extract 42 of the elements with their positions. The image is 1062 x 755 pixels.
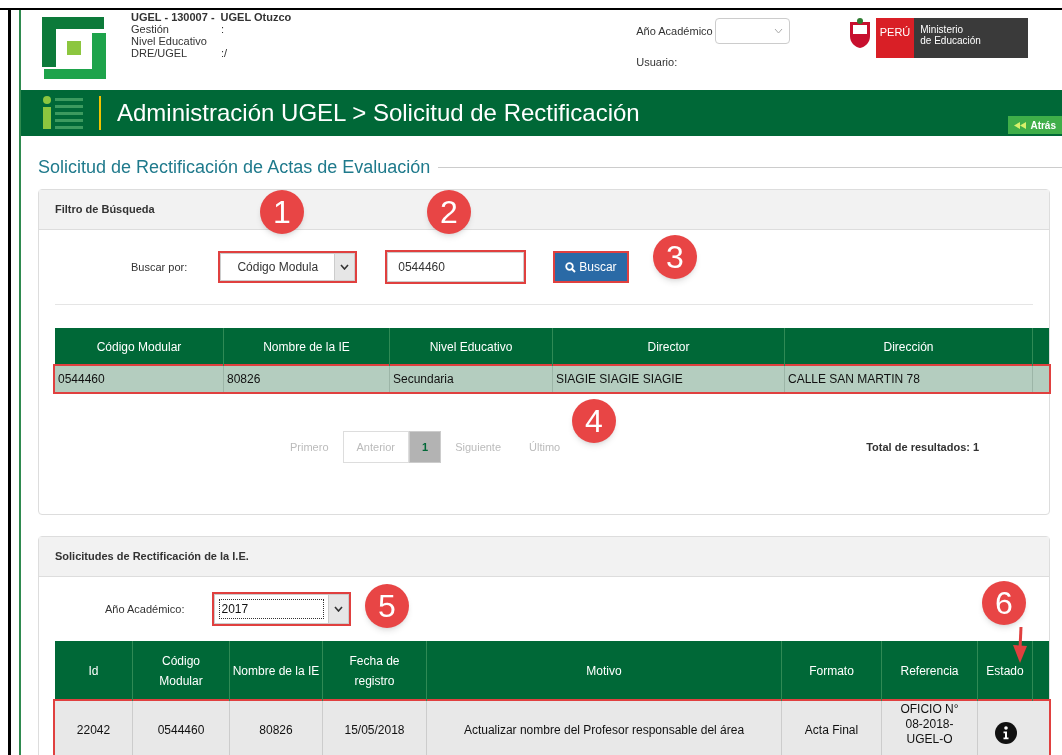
year-label: Año Académico xyxy=(636,23,713,39)
request-row[interactable]: 22042 0544460 80826 15/05/2018 Actualizar nombre del Profesor responsable del área Acta Final OFICIO N° 08-2018-UGEL-O xyxy=(55,701,1049,755)
table-cell: 22042 xyxy=(76,722,111,738)
callout-marker: 4 xyxy=(572,399,616,443)
table-cell-text: CALLE SAN MARTIN 78 xyxy=(788,371,920,388)
callout-marker: 5 xyxy=(365,584,409,628)
pagination-item[interactable]: 1 xyxy=(409,431,442,463)
table-cell: Actualizar nombre del Profesor responsable del área xyxy=(463,722,745,738)
header-value: :/ xyxy=(221,47,228,59)
header-label: Nivel Educativo xyxy=(131,35,208,47)
callout-marker: 3 xyxy=(653,235,697,279)
callout-marker: 6 xyxy=(982,581,1026,625)
table-cell-text: Secundaria xyxy=(393,371,454,388)
peru-badge: PERÚ xyxy=(875,18,915,58)
year-label: Año Académico: xyxy=(105,601,185,617)
panel-title: Solicitudes de Rectificación de la I.E. xyxy=(55,549,249,565)
ugel-name: UGEL Otuzco xyxy=(220,11,292,23)
user-label: Usuario: xyxy=(636,56,678,68)
table-cell: 15/05/2018 xyxy=(344,722,405,738)
header-value: : xyxy=(221,23,225,35)
panel-title: Filtro de Búsqueda xyxy=(55,202,155,218)
ugel-code: UGEL - 130007 - xyxy=(131,11,215,23)
search-select[interactable]: Código Modula xyxy=(220,253,356,281)
search-button[interactable]: Buscar xyxy=(555,253,627,281)
table-cell-text: 80826 xyxy=(227,371,261,388)
search-input[interactable]: 0544460 xyxy=(387,252,525,282)
section-title: Solicitud de Rectificación de Actas de Evaluación xyxy=(38,156,431,179)
table-cell: Acta Final xyxy=(804,722,859,738)
back-button[interactable]: Atrás xyxy=(1008,116,1062,134)
table-cell-text: 0544460 xyxy=(58,371,105,388)
header-label: Gestión xyxy=(131,23,170,35)
result-row[interactable]: 0544460 80826 Secundaria SIAGIE SIAGIE SIAGIE CALLE SAN MARTIN 78 xyxy=(55,366,1049,392)
total-results: Total de resultados: 1 xyxy=(866,439,980,455)
ministry-badge: Ministerio de Educación xyxy=(914,18,1029,58)
table-cell: 80826 xyxy=(259,722,293,738)
table-cell-text: OFICIO N° 08-2018-UGEL-O xyxy=(899,702,960,747)
search-by-label: Buscar por: xyxy=(131,259,188,275)
table-cell-text: SIAGIE SIAGIE SIAGIE xyxy=(556,371,683,388)
year-select[interactable]: 2017 xyxy=(213,594,349,624)
table-cell: 0544460 xyxy=(157,722,205,738)
page-title: Administración UGEL > Solicitud de Rectificación xyxy=(117,98,640,128)
header-label: DRE/UGEL xyxy=(131,47,189,59)
